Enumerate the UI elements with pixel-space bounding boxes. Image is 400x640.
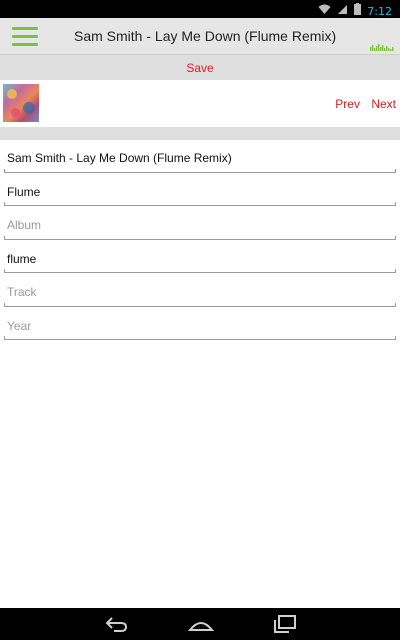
album-art-thumbnail[interactable] — [3, 84, 39, 122]
home-icon[interactable] — [187, 614, 215, 634]
track-navigation: Prev Next — [327, 97, 396, 111]
title-field-value: Sam Smith - Lay Me Down (Flume Remix) — [7, 151, 232, 165]
artist-field-value: Flume — [7, 184, 41, 199]
page-title: Sam Smith - Lay Me Down (Flume Remix) — [74, 28, 337, 44]
action-bar: Sam Smith - Lay Me Down (Flume Remix) — [0, 18, 400, 55]
equalizer-icon[interactable] — [370, 38, 394, 56]
genre-field[interactable]: flume — [4, 241, 396, 275]
year-field[interactable]: Year — [4, 308, 396, 342]
track-field-placeholder: Track — [7, 285, 37, 299]
system-navigation-bar — [0, 608, 400, 640]
separator — [0, 127, 400, 140]
year-field-placeholder: Year — [7, 318, 32, 333]
status-time: 7:12 — [367, 4, 392, 18]
track-row: Prev Next — [0, 80, 400, 127]
back-icon[interactable] — [104, 614, 128, 634]
album-field-placeholder: Album — [7, 218, 42, 232]
genre-field-value: flume — [7, 251, 37, 266]
title-field[interactable]: Sam Smith - Lay Me Down (Flume Remix) — [4, 140, 396, 174]
album-field[interactable]: Album — [4, 207, 396, 241]
menu-icon[interactable] — [12, 27, 38, 46]
next-button[interactable]: Next — [371, 97, 396, 111]
artist-field[interactable]: Flume — [4, 174, 396, 208]
prev-button[interactable]: Prev — [335, 97, 360, 111]
status-bar: 7:12 — [0, 0, 400, 18]
save-button[interactable]: Save — [0, 61, 400, 75]
recent-apps-icon[interactable] — [273, 614, 297, 634]
track-field[interactable]: Track — [4, 274, 396, 308]
save-bar: Save — [0, 55, 400, 80]
tag-fields: Sam Smith - Lay Me Down (Flume Remix) Fl… — [0, 140, 400, 341]
